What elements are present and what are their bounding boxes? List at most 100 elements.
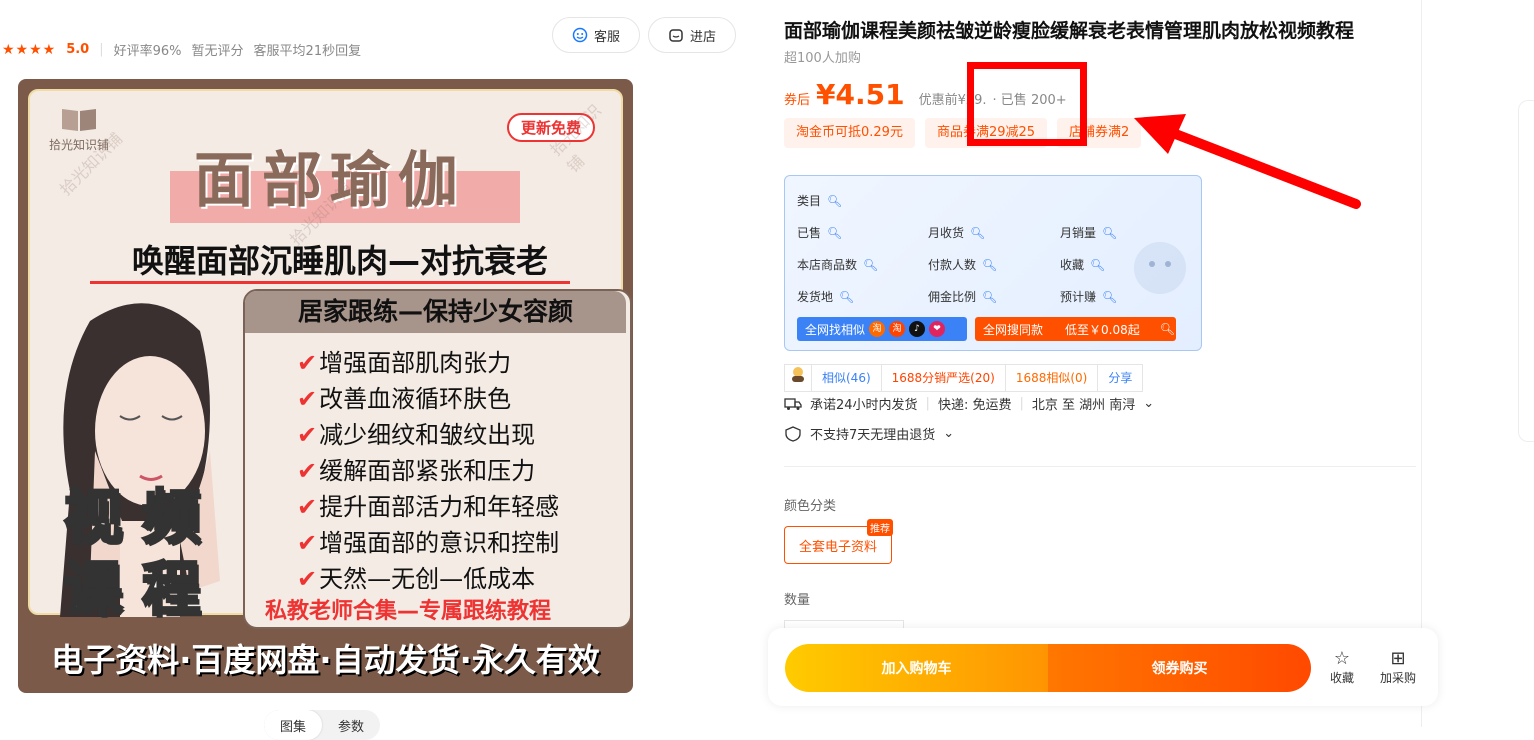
smile-icon [572,27,588,43]
coupon-buy-button[interactable]: 领券购买 [1048,644,1311,692]
return-policy: 不支持7天无理由退货 [810,428,936,443]
tab-params[interactable]: 参数 [322,710,380,740]
list-add-icon: ⊞ [1390,648,1406,669]
buy-bar: 加入购物车 领券购买 ☆ 收藏 ⊞ 加采购 [768,628,1438,706]
similar-link[interactable]: 相似(46) [811,365,881,391]
divider [784,466,1416,467]
product-title: 面部瑜伽课程美颜祛皱逆龄瘦脸缓解衰老表情管理肌肉放松视频教程 [784,20,1355,42]
favorite-button[interactable]: ☆ 收藏 [1322,648,1362,686]
shield-icon [785,425,801,442]
search-icon: 🔍︎ [827,194,843,208]
search-icon: 🔍︎ [839,290,855,304]
image-tabs: 图集 参数 [264,710,381,740]
search-icon: 🔍︎ [982,258,998,272]
avatar-icon [792,367,804,382]
info-item[interactable]: 预计赚 🔍︎ [1060,288,1117,305]
watermark: 拾光知识铺 [546,100,605,177]
feature-item: ✔改善血液循环肤色 [297,385,512,413]
promo-tag[interactable]: 淘金币可抵0.29元 [784,118,915,148]
douyin-icon: ♪ [909,321,926,337]
ship-route[interactable]: 北京 至 湖州 南浔 [1032,394,1135,413]
enter-shop-button[interactable]: 进店 [648,17,736,53]
tab-gallery[interactable]: 图集 [264,710,323,740]
good-rate: 好评率96% [113,44,182,59]
annotation-arrow [1134,114,1361,209]
store-rating-row: ★★★★ 5.0 | 好评率96% 暂无评分 客服平均21秒回复 [2,40,362,60]
info-item[interactable]: 付款人数 🔍︎ [928,256,997,273]
express-fee: 快递: 免运费 [937,398,1012,413]
book-icon [62,109,96,131]
info-item[interactable]: 已售 🔍︎ [797,224,842,241]
rating-score: 5.0 [66,42,90,57]
info-item[interactable]: 本店商品数 🔍︎ [797,256,878,273]
shipping-row: 承诺24小时内发货 | 快递: 免运费 | 北京 至 湖州 南浔 ⌄ [784,394,1154,413]
search-icon: 🔍︎ [1090,258,1106,272]
feature-item: ✔提升面部活力和年轻感 [297,493,560,521]
feature-item: ✔天然—无创—低成本 [297,565,536,593]
star-icon: ☆ [1333,648,1351,669]
avatar [785,365,811,391]
info-item[interactable]: 类目 🔍︎ [797,192,842,209]
search-icon: 🔍︎ [863,258,879,272]
share-link[interactable]: 分享 [1097,365,1142,391]
add-to-cart-button[interactable]: 加入购物车 [785,644,1048,692]
ship-promise: 承诺24小时内发货 [810,398,918,413]
side-toolbar[interactable] [1518,100,1534,442]
1688-similar-link[interactable]: 1688相似(0) [1004,365,1098,391]
features-box: 居家跟练—保持少女容颜 ✔增强面部肌肉张力 ✔改善血液循环肤色 ✔减少细纹和皱纹… [243,289,632,629]
poster-subtitle: 唤醒面部沉睡肌肉—对抗衰老 [131,242,548,280]
subtitle-underline [90,281,570,284]
feature-item: ✔减少细纹和皱纹出现 [297,421,536,449]
feature-item: ✔缓解面部紧张和压力 [297,457,536,485]
search-icon: 🔍︎ [1102,290,1118,304]
tmall-icon: 淘 [889,321,906,337]
promo-tags: 淘金币可抵0.29元 商品券满29减25 店铺券满2 [784,118,1142,148]
divider: | [99,42,104,57]
price: ¥4.51 [816,78,905,111]
info-item[interactable]: 月销量 🔍︎ [1060,224,1117,241]
info-item[interactable]: 发货地 🔍︎ [797,288,854,305]
info-item[interactable]: 收藏 🔍︎ [1060,256,1105,273]
same-search-button[interactable]: 全网搜同款 低至￥0.08起 🔍︎ [975,317,1176,341]
add-purchase-button[interactable]: ⊞ 加采购 [1378,648,1418,686]
find-similar-button[interactable]: 全网找相似 淘 淘 ♪ ❤ [797,317,967,341]
image-poster: 拾光知识铺 更新免费 面部瑜伽 唤醒面部沉睡肌肉—对抗衰老 居家跟练—保持少女容… [28,89,632,629]
shop-icon [669,29,683,42]
search-icon: 🔍︎ [982,290,998,304]
enter-shop-label: 进店 [689,29,716,45]
search-icon: 🔍︎ [827,226,843,240]
info-item[interactable]: 月收货 🔍︎ [928,224,985,241]
truck-icon [784,397,802,410]
chevron-down-icon: ⌄ [943,426,955,441]
pdd-icon: ❤ [929,321,946,337]
search-icon: 🔍︎ [1102,226,1118,240]
similar-bar: 相似(46) 1688分销严选(20) 1688相似(0) 分享 [784,364,1144,392]
chevron-down-icon[interactable]: ⌄ [1143,396,1154,411]
column-divider [1421,0,1422,727]
info-item[interactable]: 佣金比例 🔍︎ [928,288,997,305]
color-label: 颜色分类 [784,499,837,514]
recommend-badge: 推荐 [867,519,893,536]
feature-item: ✔增强面部肌肉张力 [297,349,512,377]
rating-stars: ★★★★ [2,41,57,58]
customer-service-button[interactable]: 客服 [552,17,640,53]
coupon-label: 券后 [784,93,811,108]
customer-service-label: 客服 [593,29,620,45]
buyers-count: 超100人加购 [784,51,861,66]
quantity-label: 数量 [784,593,811,608]
reply-time: 客服平均21秒回复 [253,44,362,59]
search-icon: 🔍︎ [1159,322,1175,336]
video-course-text: 视 频 课 程 [62,482,201,625]
annotation-box [967,62,1087,146]
mascot-icon [1134,242,1186,294]
yanxuan-link[interactable]: 1688分销严选(20) [880,365,1005,391]
no-review: 暂无评分 [191,44,244,59]
taobao-icon: 淘 [869,321,886,337]
teacher-line: 私教老师合集—专属跟练教程 [265,599,552,624]
search-icon: 🔍︎ [970,226,986,240]
poster-bottom-text: 电子资料·百度网盘·自动发货·永久有效 [51,641,600,679]
product-main-image[interactable]: 拾光知识铺 更新免费 面部瑜伽 唤醒面部沉睡肌肉—对抗衰老 居家跟练—保持少女容… [18,79,633,693]
feature-item: ✔增强面部的意识和控制 [297,529,560,557]
features-box-title: 居家跟练—保持少女容颜 [245,291,626,333]
return-row[interactable]: 不支持7天无理由退货 ⌄ [784,424,954,443]
